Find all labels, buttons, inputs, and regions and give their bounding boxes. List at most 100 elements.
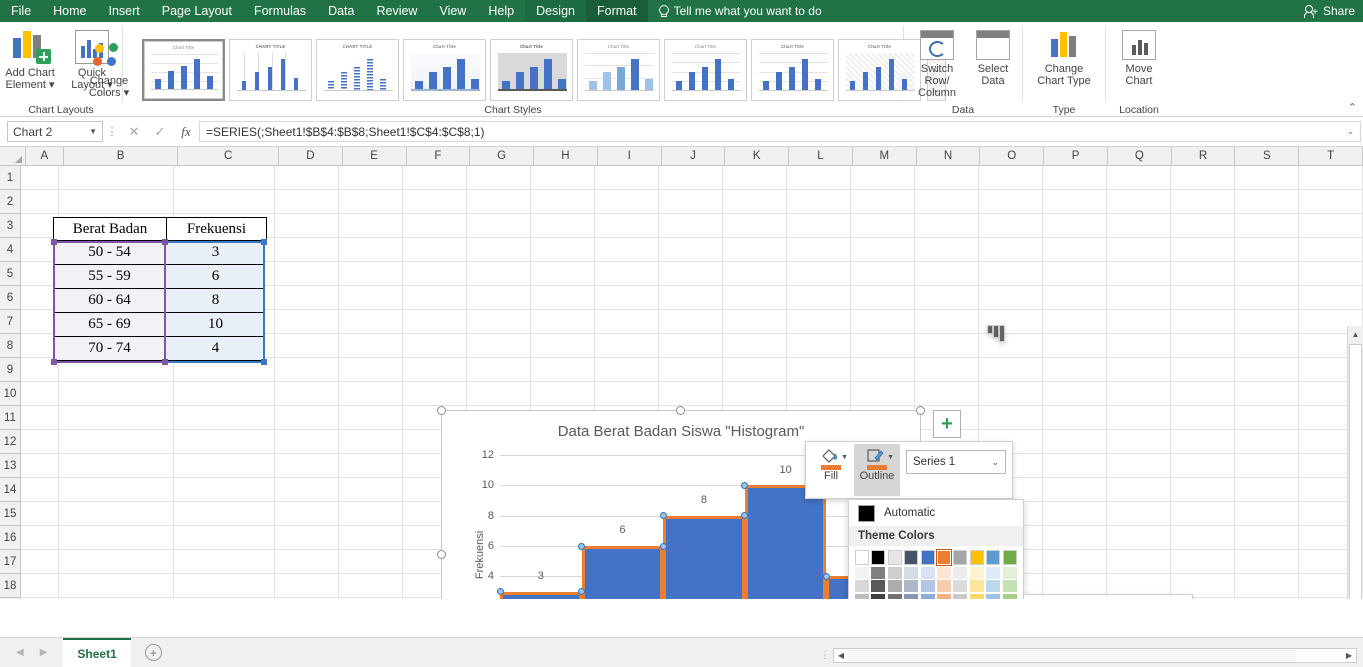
grid-cell[interactable] [1107, 214, 1171, 238]
column-header-a[interactable]: A [25, 147, 64, 165]
row-header-11[interactable]: 11 [0, 406, 20, 430]
grid-cell[interactable] [275, 430, 339, 454]
scroll-right-button[interactable]: ▶ [1342, 649, 1356, 662]
grid-cell[interactable] [21, 190, 59, 214]
theme-color-swatch[interactable] [871, 566, 886, 579]
grid-cell[interactable] [467, 238, 531, 262]
grid-cell[interactable] [1235, 454, 1299, 478]
row-header-12[interactable]: 12 [0, 430, 20, 454]
grid-cell[interactable] [787, 214, 851, 238]
grid-cell[interactable] [915, 166, 979, 190]
grid-cell[interactable] [787, 166, 851, 190]
grid-cell[interactable] [1043, 478, 1107, 502]
grid-cell[interactable] [595, 358, 659, 382]
grid-cell[interactable] [915, 286, 979, 310]
grid-cell[interactable] [275, 598, 339, 599]
grid-cell[interactable] [659, 262, 723, 286]
theme-color-swatch[interactable] [871, 593, 886, 599]
range-handle[interactable] [162, 359, 168, 365]
grid-cell[interactable] [275, 550, 339, 574]
grid-cell[interactable] [915, 214, 979, 238]
grid-cell[interactable] [174, 382, 275, 406]
theme-color-swatch[interactable] [904, 566, 919, 579]
grid-cell[interactable] [339, 526, 403, 550]
theme-color-swatch[interactable] [969, 566, 984, 579]
grid-cell[interactable] [1043, 166, 1107, 190]
sheet-tab-sheet1[interactable]: Sheet1 [63, 638, 131, 667]
grid-cell[interactable] [403, 166, 467, 190]
grid-cell[interactable] [979, 262, 1043, 286]
series-point-handle[interactable] [578, 542, 586, 550]
grid-cell[interactable] [1107, 262, 1171, 286]
histogram-bar[interactable] [500, 591, 582, 599]
grid-cell[interactable] [1043, 406, 1107, 430]
row-header-3[interactable]: 3 [0, 214, 20, 238]
grid-cell[interactable] [1299, 286, 1363, 310]
grid-cell[interactable] [1043, 526, 1107, 550]
grid-cell[interactable] [979, 334, 1043, 358]
theme-color-swatch[interactable] [969, 593, 984, 599]
theme-color-swatch[interactable] [936, 580, 951, 592]
row-header-2[interactable]: 2 [0, 190, 20, 214]
menu-item-automatic[interactable]: Automatic [849, 500, 1023, 526]
grid-cell[interactable] [275, 262, 339, 286]
cell-c8[interactable]: 4 [166, 337, 265, 361]
grid-cell[interactable] [1107, 190, 1171, 214]
sheet-next-button[interactable]: ▶ [40, 647, 48, 658]
grid-cell[interactable] [275, 358, 339, 382]
grid-cell[interactable] [723, 382, 787, 406]
theme-color-swatch[interactable] [986, 550, 1001, 565]
grid-cell[interactable] [59, 430, 174, 454]
grid-cell[interactable] [275, 190, 339, 214]
column-header-t[interactable]: T [1299, 147, 1363, 165]
grid-cell[interactable] [59, 454, 174, 478]
chart-style-thumb-6[interactable]: Chart Title [577, 38, 660, 101]
grid-cell[interactable] [787, 262, 851, 286]
grid-cell[interactable] [339, 550, 403, 574]
row-header-7[interactable]: 7 [0, 310, 20, 334]
grid-cell[interactable] [174, 166, 275, 190]
grid-cell[interactable] [174, 526, 275, 550]
theme-colors-grid[interactable] [849, 546, 1023, 599]
grid-cell[interactable] [21, 454, 59, 478]
grid-cell[interactable] [21, 430, 59, 454]
grid-cell[interactable] [1235, 166, 1299, 190]
grid-cell[interactable] [659, 358, 723, 382]
theme-color-swatch[interactable] [904, 580, 919, 592]
row-header-19[interactable]: 19 [0, 598, 20, 599]
series-point-handle[interactable] [496, 588, 504, 595]
grid-cell[interactable] [1235, 190, 1299, 214]
collapse-ribbon-button[interactable]: ⌃ [1348, 101, 1357, 114]
grid-cell[interactable] [1107, 358, 1171, 382]
grid-cell[interactable] [275, 286, 339, 310]
chart-styles-gallery[interactable]: Chart Title CHART TITLE CHART TITLE Char… [138, 38, 946, 101]
grid-cell[interactable] [531, 166, 595, 190]
switch-row-column-button[interactable]: Switch Row/ Column [907, 28, 967, 99]
grid-cell[interactable] [851, 214, 915, 238]
grid-cell[interactable] [659, 190, 723, 214]
grid-cell[interactable] [851, 238, 915, 262]
expand-formula-bar-button[interactable]: ⌄ [1341, 121, 1361, 142]
grid-cell[interactable] [595, 382, 659, 406]
grid-cell[interactable] [979, 238, 1043, 262]
grid-cell[interactable] [1107, 454, 1171, 478]
tab-home[interactable]: Home [42, 0, 97, 22]
grid-cell[interactable] [339, 334, 403, 358]
theme-color-swatch[interactable] [969, 580, 984, 592]
change-chart-type-button[interactable]: Change Chart Type [1027, 28, 1101, 87]
grid-cell[interactable] [59, 502, 174, 526]
row-header-13[interactable]: 13 [0, 454, 20, 478]
grid-cell[interactable] [1107, 310, 1171, 334]
theme-color-swatch[interactable] [953, 593, 968, 599]
grid-cell[interactable] [1235, 502, 1299, 526]
theme-color-swatch[interactable] [1002, 550, 1017, 565]
grid-cell[interactable] [1107, 334, 1171, 358]
grid-cell[interactable] [339, 382, 403, 406]
grid-cell[interactable] [1043, 262, 1107, 286]
grid-cell[interactable] [1235, 262, 1299, 286]
grid-cell[interactable] [851, 262, 915, 286]
table-row[interactable]: 55 - 59 6 [53, 265, 267, 289]
grid-cell[interactable] [1043, 190, 1107, 214]
grid-cell[interactable] [21, 574, 59, 598]
theme-color-swatch[interactable] [953, 550, 968, 565]
